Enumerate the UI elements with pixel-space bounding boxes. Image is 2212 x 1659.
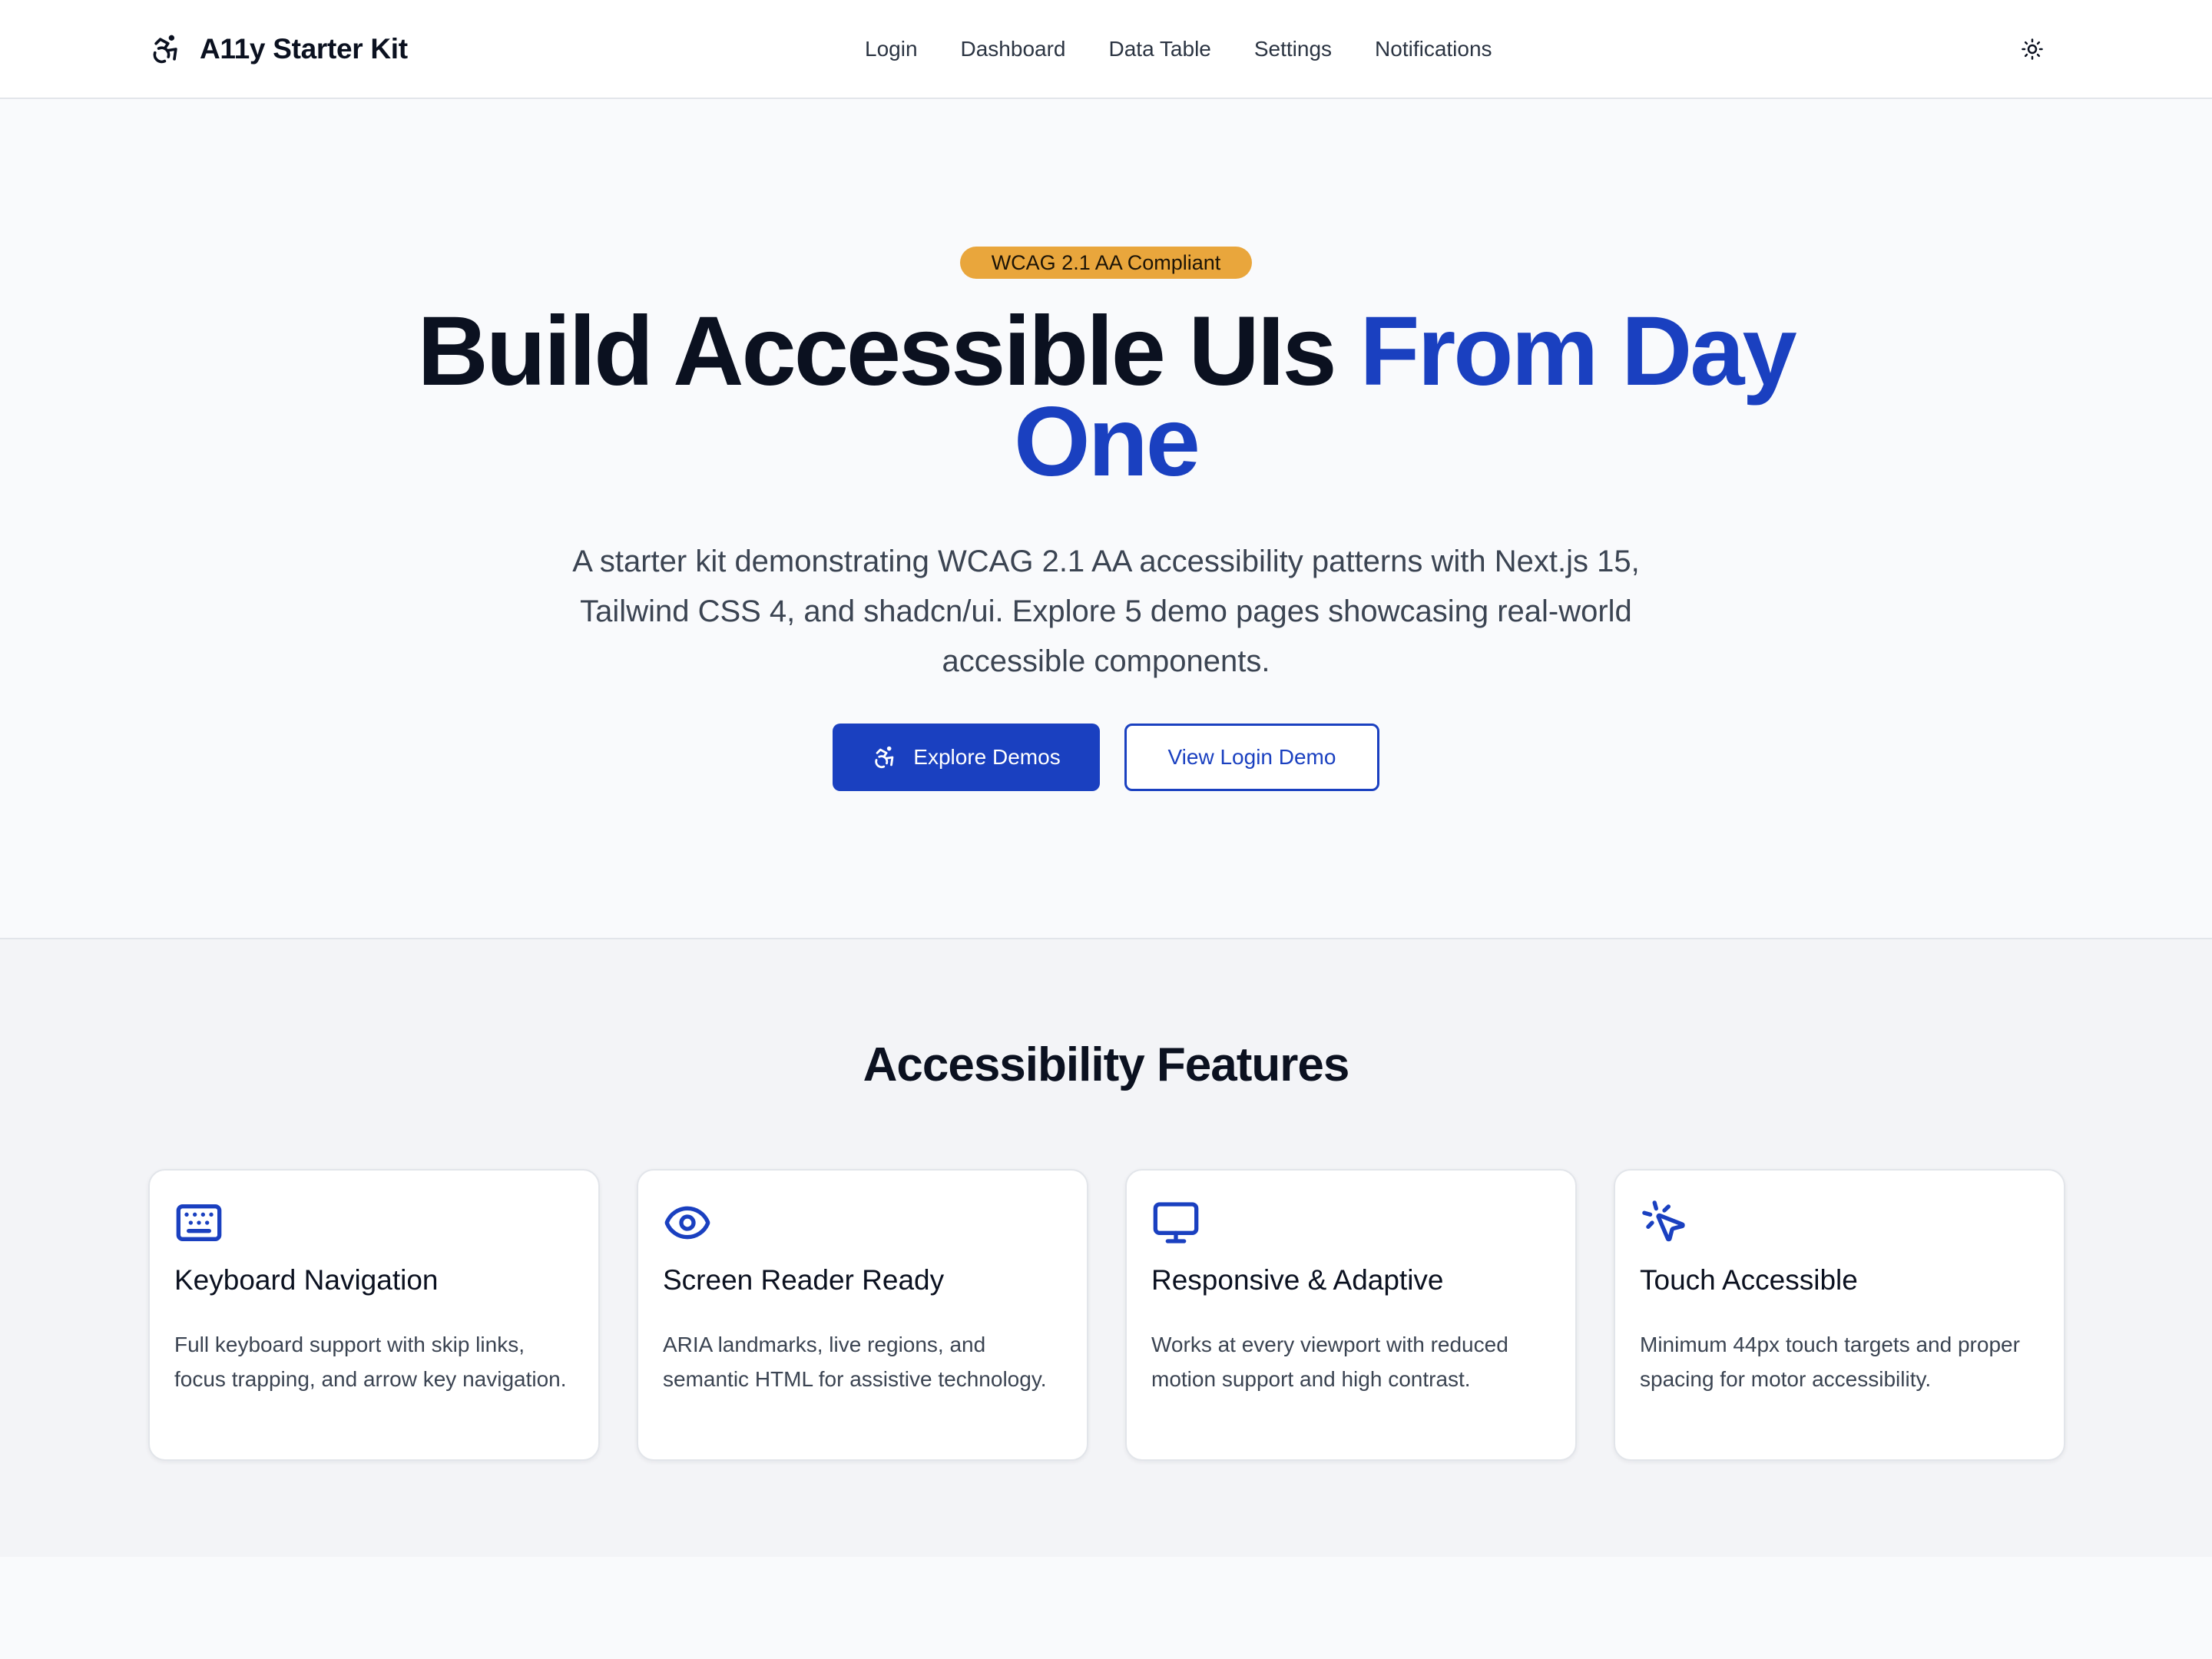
feature-card-description: ARIA landmarks, live regions, and semant…: [663, 1333, 1047, 1391]
monitor-icon: [1153, 1202, 1199, 1243]
feature-card-title: Responsive & Adaptive: [1151, 1264, 1444, 1296]
page-bottom-area: [0, 1557, 2212, 1659]
wcag-badge: WCAG 2.1 AA Compliant: [960, 247, 1252, 279]
feature-card-description: Minimum 44px touch targets and proper sp…: [1640, 1333, 2020, 1391]
keyboard-icon: [176, 1204, 222, 1241]
hero-section: WCAG 2.1 AA Compliant Build Accessible U…: [0, 101, 2212, 938]
theme-toggle-button[interactable]: [2012, 29, 2052, 69]
explore-demos-label: Explore Demos: [913, 745, 1061, 769]
nav-link-login[interactable]: Login: [843, 31, 939, 68]
view-login-demo-button[interactable]: View Login Demo: [1124, 724, 1379, 791]
feature-card-title: Keyboard Navigation: [174, 1264, 439, 1296]
feature-card-screen-reader: Screen Reader Ready ARIA landmarks, live…: [637, 1169, 1088, 1461]
feature-card-responsive: Responsive & Adaptive Works at every vie…: [1125, 1169, 1577, 1461]
feature-card-keyboard: Keyboard Navigation Full keyboard suppor…: [148, 1169, 600, 1461]
feature-card-description: Works at every viewport with reduced mot…: [1151, 1333, 1508, 1391]
sun-icon: [2022, 38, 2043, 60]
feature-card-touch: Touch Accessible Minimum 44px touch targ…: [1614, 1169, 2065, 1461]
feature-card-title: Touch Accessible: [1640, 1264, 1858, 1296]
feature-card-title: Screen Reader Ready: [663, 1264, 945, 1296]
accessibility-icon: [875, 746, 894, 769]
hero-subtitle: A starter kit demonstrating WCAG 2.1 AA …: [572, 545, 1640, 678]
nav-link-dashboard[interactable]: Dashboard: [939, 31, 1088, 68]
main-nav: Login Dashboard Data Table Settings Noti…: [843, 31, 1514, 68]
hero-title: Build Accessible UIs From Day One: [415, 303, 1797, 492]
nav-link-settings[interactable]: Settings: [1233, 31, 1353, 68]
nav-link-data-table[interactable]: Data Table: [1088, 31, 1233, 68]
nav-link-notifications[interactable]: Notifications: [1353, 31, 1514, 68]
features-title: Accessibility Features: [863, 1038, 1350, 1091]
feature-card-description: Full keyboard support with skip links, f…: [174, 1333, 567, 1391]
features-section: Accessibility Features Keyboard Navigati…: [0, 938, 2212, 1557]
accessibility-icon: [153, 35, 177, 64]
explore-demos-button[interactable]: Explore Demos: [833, 724, 1100, 791]
brand-home-link[interactable]: A11y Starter Kit: [149, 29, 408, 69]
pointer-click-icon: [1642, 1200, 1685, 1242]
brand-name: A11y Starter Kit: [200, 33, 408, 65]
site-header: A11y Starter Kit Login Dashboard Data Ta…: [0, 0, 2212, 99]
eye-icon: [664, 1206, 710, 1240]
